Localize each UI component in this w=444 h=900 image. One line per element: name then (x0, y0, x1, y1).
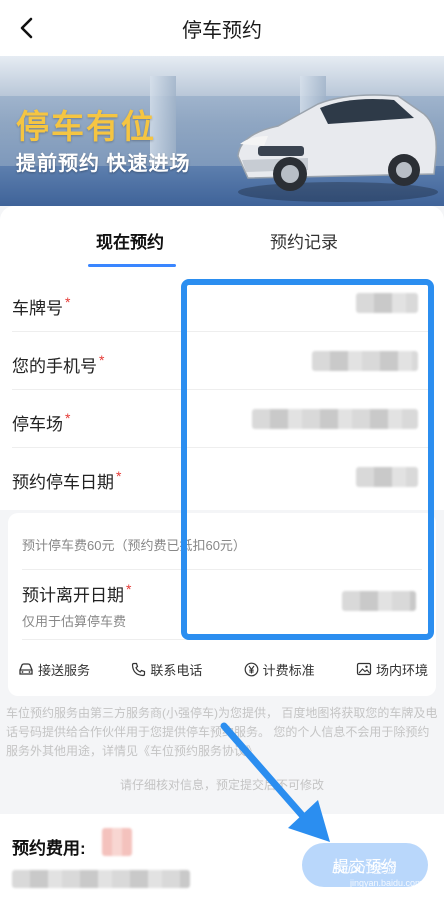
car-image (237, 94, 438, 202)
tab-bar: 现在预约 预约记录 (0, 206, 444, 270)
watermark-logo: Baidu 经验 (332, 861, 395, 876)
parking-date-label: 预约停车日期 (12, 473, 114, 492)
required-mark: * (65, 294, 71, 310)
reservation-fee-label: 预约费用: (12, 839, 86, 858)
tab-reserve-now[interactable]: 现在预约 (96, 228, 164, 253)
parking-lot-label: 停车场 (12, 415, 63, 434)
active-tab-indicator (88, 264, 176, 267)
plate-number-label: 车牌号 (12, 299, 63, 318)
banner-subline: 提前预约 快速进场 (16, 153, 191, 175)
reservation-fee-value (102, 828, 132, 856)
required-mark: * (99, 352, 105, 368)
service-contact-label: 联系电话 (150, 662, 203, 678)
service-pickup[interactable]: 接送服务 (18, 658, 90, 680)
arrow-icon (220, 722, 330, 842)
leave-date-hint: 仅用于估算停车费 (22, 614, 127, 629)
service-links: 接送服务 联系电话 计费标准 场内环境 (18, 658, 428, 680)
service-contact[interactable]: 联系电话 (131, 658, 202, 680)
promo-banner: 停车有位 提前预约 快速进场 (0, 56, 444, 206)
service-environment-label: 场内环境 (375, 662, 428, 678)
required-mark: * (65, 410, 71, 426)
required-mark: * (116, 468, 122, 484)
page-title: 停车预约 (182, 19, 262, 42)
required-mark: * (126, 581, 132, 597)
nav-bar: 停车预约 (0, 0, 444, 56)
phone-icon (132, 662, 146, 676)
service-pricing-label: 计费标准 (262, 662, 315, 678)
service-environment[interactable]: 场内环境 (356, 658, 428, 680)
phone-label: 您的手机号 (12, 357, 97, 376)
yuan-icon (244, 662, 259, 676)
banner-headline: 停车有位 (16, 108, 156, 145)
watermark-url: jingyan.baidu.com (350, 878, 423, 888)
service-pickup-label: 接送服务 (38, 662, 91, 678)
image-icon (356, 662, 372, 676)
back-icon[interactable] (10, 12, 42, 44)
highlight-box (181, 279, 434, 640)
tab-reservation-history[interactable]: 预约记录 (270, 228, 338, 253)
car-icon (19, 663, 33, 675)
service-pricing[interactable]: 计费标准 (244, 658, 315, 680)
fee-detail-value (12, 870, 190, 888)
leave-date-label: 预计离开日期 (22, 586, 124, 605)
